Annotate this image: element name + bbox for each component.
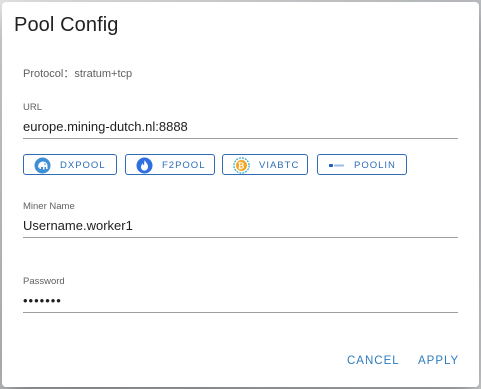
apply-button[interactable]: APPLY [418,355,459,367]
dxpool-button[interactable]: DXPOOL [23,154,117,175]
miner-name-input[interactable]: Username.worker1 [23,218,458,238]
dxpool-elephant-icon [34,157,51,174]
url-label: URL [23,102,43,113]
url-field[interactable]: URL europe.mining-dutch.nl:8888 [23,102,458,139]
miner-name-field[interactable]: Miner Name Username.worker1 [23,201,458,238]
protocol-text: Protocol：stratum+tcp [23,68,133,80]
poolin-logo-icon [328,157,345,174]
f2pool-button[interactable]: F2POOL [125,154,215,175]
miner-name-label: Miner Name [23,201,75,212]
viabtc-button[interactable]: ₿ VIABTC [222,154,308,175]
dxpool-label: DXPOOL [60,160,106,171]
pool-config-dialog: Pool Config Protocol：stratum+tcp URL eur… [2,2,479,387]
svg-text:₿: ₿ [238,161,246,170]
viabtc-bitcoin-icon: ₿ [233,157,250,174]
viabtc-label: VIABTC [259,160,300,171]
url-input[interactable]: europe.mining-dutch.nl:8888 [23,119,458,139]
password-input[interactable]: ••••••• [23,293,458,313]
poolin-label: POOLIN [354,160,396,171]
f2pool-label: F2POOL [162,160,206,171]
f2pool-flame-icon [136,157,153,174]
password-label: Password [23,276,65,287]
dialog-actions: CANCEL APPLY [347,355,467,375]
cancel-button[interactable]: CANCEL [347,355,400,367]
password-field[interactable]: Password ••••••• [23,276,458,313]
poolin-button[interactable]: POOLIN [317,154,407,175]
dialog-title: Pool Config [14,14,119,36]
